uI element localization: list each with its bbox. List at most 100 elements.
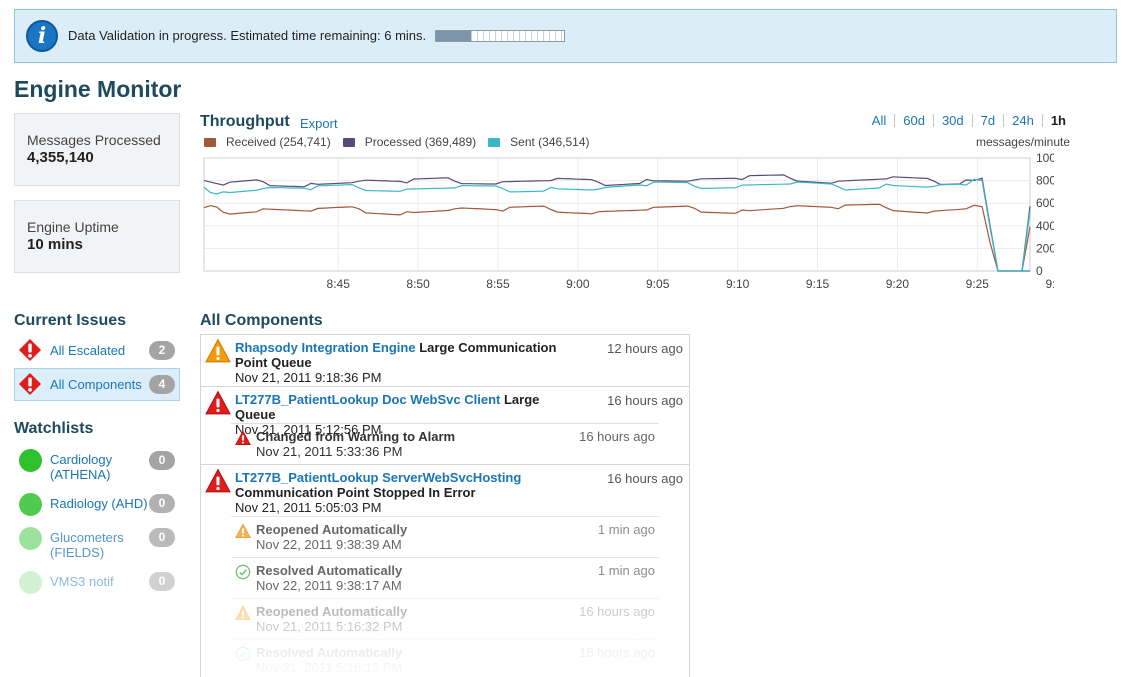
current-issues-title: Current Issues [14,312,127,329]
watchlist-label: Cardiology (ATHENA) [50,452,113,482]
status-dot-icon [19,527,42,550]
check-circle-icon [235,646,251,665]
event-date: Nov 21, 2011 5:16:12 PM [256,660,403,675]
range-all[interactable]: All [864,114,894,127]
y-tick-label: 10000 [1036,151,1054,165]
x-tick-label: 9:05 [646,277,670,291]
plot-frame [203,157,1031,272]
count-badge: 0 [149,451,175,470]
event-title: Resolved Automatically [256,563,403,578]
progress-fill [436,31,471,41]
component-header: Rhapsody Integration Engine Large Commun… [201,335,689,386]
component-age: 12 hours ago [607,341,683,356]
count-badge: 0 [149,528,175,547]
event-item: Resolved Automatically Nov 21, 2011 5:16:… [231,639,659,677]
count-badge: 4 [149,375,175,394]
component-item: LT277B_PatientLookup Doc WebSvc Client L… [201,387,689,465]
info-icon: i [26,20,58,52]
component-header: LT277B_PatientLookup Doc WebSvc Client L… [201,387,689,437]
series-line [203,203,1030,272]
component-link[interactable]: LT277B_PatientLookup Doc WebSvc Client [235,392,500,407]
range-7d[interactable]: 7d [971,114,1003,127]
component-date: Nov 21, 2011 5:05:03 PM [235,500,382,515]
event-list: Changed from Warning to Alarm Nov 21, 201… [231,423,659,464]
y-tick-label: 6000 [1036,196,1054,210]
x-tick-label: 9:20 [886,277,910,291]
event-item: Changed from Warning to Alarm Nov 21, 201… [231,423,659,464]
event-title: Changed from Warning to Alarm [256,429,456,444]
series-line [203,178,1030,272]
component-message: Communication Point Stopped In Error [235,485,476,500]
component-age: 16 hours ago [607,471,683,486]
component-item: LT277B_PatientLookup ServerWebSvcHosting… [201,465,689,677]
export-link[interactable]: Export [300,116,338,131]
y-tick-label: 8000 [1036,174,1054,188]
warning-icon [235,605,251,624]
status-dot-icon [19,571,42,594]
x-tick-label: 8:55 [486,277,510,291]
watchlist-glucometers[interactable]: Glucometers (FIELDS) 0 [14,525,180,565]
watchlist-label: VMS3 notif [50,574,114,589]
issue-all-components[interactable]: All Components 4 [14,368,180,401]
watchlists-title: Watchlists [14,420,94,437]
event-age: 16 hours ago [579,604,655,619]
event-title: Reopened Automatically [256,522,408,537]
warning-icon [235,523,251,542]
x-tick-label: 9:00 [566,277,590,291]
count-badge: 0 [149,494,175,513]
count-badge: 0 [149,572,175,591]
range-60d[interactable]: 60d [894,114,933,127]
messages-processed-card: Messages Processed 4,355,140 [14,113,180,186]
watchlist-vms3[interactable]: VMS3 notif 0 [14,569,180,609]
page-title: Engine Monitor [14,76,182,102]
warning-icon [205,338,231,367]
event-age: 16 hours ago [579,429,655,444]
engine-uptime-card: Engine Uptime 10 mins [14,200,180,273]
status-dot-icon [19,449,42,472]
event-title: Reopened Automatically [256,604,408,619]
event-item: Reopened Automatically Nov 22, 2011 9:38:… [231,516,659,557]
event-date: Nov 21, 2011 5:16:32 PM [256,619,403,634]
component-age: 16 hours ago [607,393,683,408]
stat-value: 4,355,140 [27,149,94,166]
watchlist-label: Radiology (AHD) [50,496,148,511]
watchlist-label: Glucometers (FIELDS) [50,530,124,560]
alarm-icon [205,468,231,497]
event-date: Nov 22, 2011 9:38:39 AM [256,537,402,552]
validation-banner: i Data Validation in progress. Estimated… [14,9,1117,63]
event-list: Reopened Automatically Nov 22, 2011 9:38:… [231,516,659,677]
alarm-icon [235,430,251,449]
event-item: Reopened Automatically Nov 21, 2011 5:16:… [231,598,659,639]
y-tick-label: 2000 [1036,241,1054,255]
status-dot-icon [19,493,42,516]
check-circle-icon [235,564,251,583]
x-tick-label: 9:15 [806,277,830,291]
time-range-selector: All 60d 30d 7d 24h 1h [864,114,1074,127]
component-link[interactable]: LT277B_PatientLookup ServerWebSvcHosting [235,470,521,485]
range-24h[interactable]: 24h [1003,114,1042,127]
range-1h[interactable]: 1h [1041,114,1074,127]
series-line [203,174,1030,272]
series-line-end [1021,210,1031,272]
event-date: Nov 22, 2011 9:38:17 AM [256,578,402,593]
x-tick-label: 8:45 [327,277,351,291]
all-components-title: All Components [200,312,323,329]
component-item: Rhapsody Integration Engine Large Commun… [201,335,689,387]
watchlist-cardiology[interactable]: Cardiology (ATHENA) 0 [14,447,180,487]
banner-message: Data Validation in progress. Estimated t… [68,28,427,43]
x-tick-label: 9:25 [966,277,990,291]
stat-label: Messages Processed [27,132,161,148]
stat-value: 10 mins [27,236,83,253]
progress-remaining [470,31,564,41]
range-30d[interactable]: 30d [932,114,972,127]
event-age: 1 min ago [597,522,655,537]
issue-all-escalated[interactable]: All Escalated 2 [14,334,180,367]
components-list: Rhapsody Integration Engine Large Commun… [200,334,690,677]
y-tick-label: 4000 [1036,219,1054,233]
stat-label: Engine Uptime [27,219,119,235]
alarm-icon [19,373,41,395]
component-link[interactable]: Rhapsody Integration Engine [235,340,416,355]
x-tick-label: 9:10 [726,277,750,291]
issue-label: All Components [50,377,142,392]
y-tick-label: 0 [1036,264,1043,278]
